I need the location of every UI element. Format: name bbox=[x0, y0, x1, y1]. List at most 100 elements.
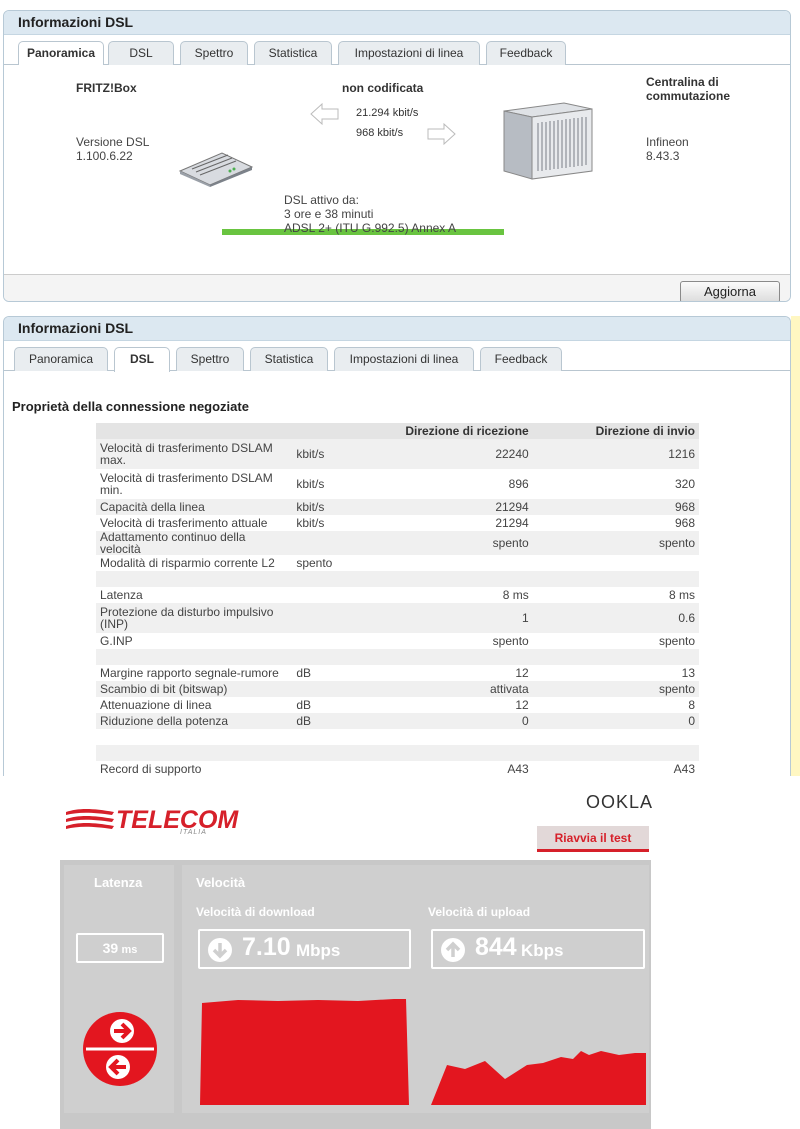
latency-box: 39 ms bbox=[76, 933, 164, 963]
row-tx-value: 0.6 bbox=[532, 603, 699, 633]
table-row bbox=[96, 571, 699, 587]
row-rx-value bbox=[362, 729, 532, 745]
dsl-details-panel: Informazioni DSL Panoramica DSL Spettro … bbox=[3, 316, 791, 776]
row-rx-value: A43 bbox=[507, 762, 529, 776]
tab-dsl[interactable]: DSL bbox=[108, 41, 174, 65]
row-unit bbox=[292, 761, 362, 776]
restart-test-button[interactable]: Riavvia il test bbox=[537, 826, 649, 852]
row-rx-value bbox=[362, 745, 533, 761]
row-tx-value: spento bbox=[658, 634, 695, 648]
row-tx-value bbox=[533, 555, 699, 571]
download-value: 7.10 bbox=[242, 933, 291, 961]
row-unit: dB bbox=[292, 713, 363, 729]
table-row bbox=[96, 745, 699, 761]
tab-spettro[interactable]: Spettro bbox=[176, 347, 244, 371]
active-since-label: DSL attivo da: bbox=[284, 193, 359, 207]
row-unit bbox=[292, 571, 363, 587]
row-tx-value bbox=[533, 729, 699, 745]
tab-panoramica[interactable]: Panoramica bbox=[14, 347, 108, 371]
row-unit bbox=[292, 633, 362, 649]
exchange-vendor: Infineon bbox=[646, 135, 689, 149]
row-name: G.INP bbox=[100, 634, 133, 648]
row-rx-value: 8 ms bbox=[502, 588, 529, 602]
row-tx-value: 320 bbox=[674, 477, 695, 491]
row-unit: spento bbox=[296, 556, 333, 570]
tab-impostazioni[interactable]: Impostazioni di linea bbox=[334, 347, 474, 371]
tab-bar: Panoramica DSL Spettro Statistica Impost… bbox=[4, 341, 790, 372]
row-name: Margine rapporto segnale-rumore bbox=[100, 666, 279, 680]
row-unit bbox=[292, 681, 363, 697]
tab-spettro[interactable]: Spettro bbox=[180, 41, 248, 65]
device-version-label: Versione DSL bbox=[76, 135, 150, 149]
row-rx-value: 0 bbox=[362, 713, 533, 729]
tab-feedback[interactable]: Feedback bbox=[486, 41, 566, 65]
upload-label: Velocità di upload bbox=[428, 905, 531, 919]
row-unit bbox=[292, 729, 362, 745]
row-tx-value: 8 ms bbox=[668, 588, 695, 602]
tab-dsl[interactable]: DSL bbox=[114, 347, 170, 372]
upload-speed-graph bbox=[431, 1051, 646, 1105]
row-tx-value: spento bbox=[532, 531, 699, 555]
row-rx-value: 22240 bbox=[362, 439, 533, 469]
transfer-arrows-icon bbox=[83, 1012, 157, 1086]
exchange-label: Centralina di commutazione bbox=[646, 75, 731, 103]
row-unit: kbit/s bbox=[296, 516, 325, 530]
row-name: Protezione da disturbo impulsivo (INP) bbox=[96, 603, 293, 633]
row-unit: kbit/s bbox=[292, 439, 363, 469]
table-row: Margine rapporto segnale-rumore dB 12 13 bbox=[96, 665, 699, 681]
dsl-mode: ADSL 2+ (ITU G.992.5) Annex A bbox=[284, 221, 456, 235]
row-name: Modalità di risparmio corrente L2 bbox=[100, 556, 275, 570]
row-unit: dB bbox=[296, 666, 311, 680]
tab-impostazioni[interactable]: Impostazioni di linea bbox=[338, 41, 480, 65]
right-edge-strip bbox=[791, 316, 800, 776]
col-rx: Direzione di ricezione bbox=[362, 423, 533, 439]
panel-title: Informazioni DSL bbox=[4, 317, 790, 341]
tab-bar: Panoramica DSL Spettro Statistica Impost… bbox=[4, 35, 790, 66]
row-tx-value bbox=[532, 571, 699, 587]
row-rx-value: 1 bbox=[362, 603, 533, 633]
table-row: Latenza 8 ms 8 ms bbox=[96, 587, 699, 603]
tab-statistica[interactable]: Statistica bbox=[250, 347, 328, 371]
table-row: Velocità di trasferimento attuale kbit/s 2… bbox=[96, 515, 699, 531]
row-tx-value: 8 bbox=[688, 698, 695, 712]
arrow-left-icon bbox=[310, 103, 339, 125]
exchange-version: 8.43.3 bbox=[646, 149, 680, 163]
tab-statistica[interactable]: Statistica bbox=[254, 41, 332, 65]
section-title: Proprietà della connessione negoziate bbox=[12, 399, 249, 414]
device-version: 1.100.6.22 bbox=[76, 149, 133, 163]
upload-box: 844 Kbps bbox=[431, 929, 645, 969]
row-rx-value: 896 bbox=[508, 477, 529, 491]
table-row: Record di supporto A43 A43 bbox=[96, 761, 699, 776]
row-name: Attenuazione di linea bbox=[100, 698, 212, 712]
row-name: Riduzione della potenza bbox=[96, 713, 293, 729]
table-row: G.INP spento spento bbox=[96, 633, 699, 649]
table-row: Capacità della linea kbit/s 21294 968 bbox=[96, 499, 699, 515]
encoding-status: non codificata bbox=[342, 81, 424, 95]
telecom-logo-icon bbox=[66, 809, 114, 829]
download-speed-graph bbox=[200, 999, 409, 1105]
tab-panoramica[interactable]: Panoramica bbox=[18, 41, 104, 66]
speed-label: Velocità bbox=[196, 875, 246, 890]
router-icon bbox=[178, 152, 254, 187]
table-row bbox=[96, 729, 699, 745]
active-since: 3 ore e 38 minuti bbox=[284, 207, 374, 221]
overview-body: FRITZ!Box Versione DSL 1.100.6.22 non co… bbox=[4, 65, 790, 275]
table-row: Attenuazione di linea dB 12 8 bbox=[96, 697, 699, 713]
upload-unit: Kbps bbox=[521, 941, 564, 960]
row-tx-value: spento bbox=[532, 681, 699, 697]
refresh-button[interactable]: Aggiorna bbox=[680, 281, 780, 301]
row-unit bbox=[292, 587, 362, 603]
col-tx: Direzione di invio bbox=[532, 423, 699, 439]
row-rx-value: 21294 bbox=[495, 516, 529, 530]
row-rx-value bbox=[362, 555, 532, 571]
exchange-rack-icon bbox=[503, 102, 593, 180]
dsl-overview-panel: Informazioni DSL Panoramica DSL Spettro … bbox=[3, 10, 791, 302]
row-name: Velocità di trasferimento DSLAM max. bbox=[96, 439, 293, 469]
row-tx-value bbox=[532, 745, 699, 761]
brand-subtitle: ITALIA bbox=[180, 829, 207, 836]
downstream-rate: 21.294 kbit/s bbox=[356, 107, 419, 119]
row-tx-value: A43 bbox=[673, 762, 695, 776]
download-box: 7.10 Mbps bbox=[198, 929, 411, 969]
latency-label: Latenza bbox=[94, 875, 143, 890]
tab-feedback[interactable]: Feedback bbox=[480, 347, 562, 371]
